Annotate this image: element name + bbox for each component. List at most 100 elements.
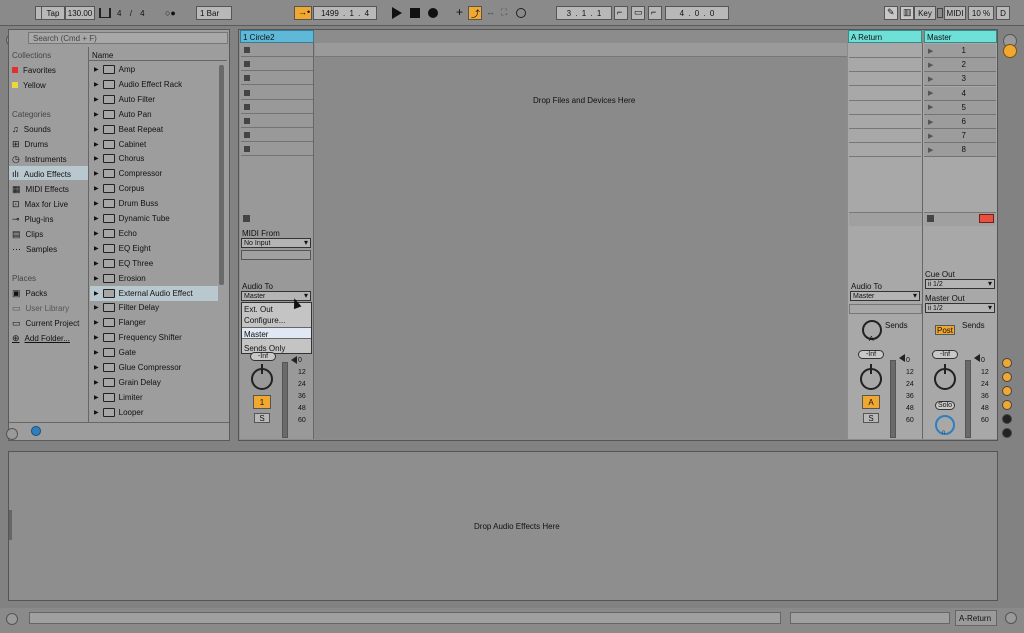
return-activator-button[interactable]: A <box>862 395 880 409</box>
category-clips[interactable]: ▤ Clips <box>12 227 43 241</box>
punch-in-icon[interactable]: ⌐ <box>614 6 628 20</box>
return-clip-slot[interactable] <box>849 72 921 87</box>
track-fader-icon[interactable] <box>291 356 297 364</box>
browser-item[interactable]: ▶ Erosion <box>90 271 218 286</box>
browser-item[interactable]: ▶ Compressor <box>90 166 218 181</box>
clip-stop-icon[interactable] <box>244 61 250 68</box>
tap-btn[interactable]: Tap <box>41 6 65 20</box>
expand-arrow-icon[interactable]: ▶ <box>94 215 99 222</box>
expand-arrow-icon[interactable]: ▶ <box>94 200 99 207</box>
expand-arrow-icon[interactable]: ▶ <box>94 230 99 237</box>
category-instruments[interactable]: ◷ Instruments <box>12 152 67 166</box>
clip-stop-icon[interactable] <box>244 118 250 124</box>
key-map-button[interactable]: Key <box>914 6 936 20</box>
browser-item[interactable]: ▶ Auto Pan <box>90 107 218 122</box>
browser-item[interactable]: ▶ Dynamic Tube <box>90 211 218 226</box>
scene-play-icon[interactable]: ▶ <box>928 47 933 55</box>
expand-arrow-icon[interactable]: ▶ <box>94 96 99 103</box>
master-out-select[interactable]: ii 1/2 <box>925 303 995 313</box>
crossfader-toggle-icon[interactable] <box>1002 414 1012 424</box>
expand-arrow-icon[interactable]: ▶ <box>94 409 99 416</box>
expand-arrow-icon[interactable]: ▶ <box>94 81 99 88</box>
expand-arrow-icon[interactable]: ▶ <box>94 126 99 133</box>
expand-arrow-icon[interactable]: ▶ <box>94 66 99 73</box>
dropdown-option-ext-out[interactable]: Ext. Out <box>244 305 273 314</box>
expand-arrow-icon[interactable]: ▶ <box>94 111 99 118</box>
category-samples[interactable]: ⋯ Samples <box>12 242 57 256</box>
info-view-toggle-icon[interactable] <box>6 613 18 625</box>
clip-slot[interactable] <box>241 44 313 57</box>
track-delay-toggle-icon[interactable] <box>1002 428 1012 438</box>
tempo-field[interactable]: 130.00 <box>65 6 95 20</box>
expand-arrow-icon[interactable]: ▶ <box>94 319 99 326</box>
browser-item[interactable]: ▶ Frequency Shifter <box>90 330 218 345</box>
expand-arrow-icon[interactable]: ▶ <box>94 304 99 311</box>
follow-toggle-icon[interactable]: ○● <box>165 8 176 18</box>
browser-item[interactable]: ▶ EQ Three <box>90 256 218 271</box>
clip-stop-icon[interactable] <box>244 146 250 153</box>
category-audio-effects[interactable]: ılı Audio Effects <box>12 167 71 181</box>
expand-arrow-icon[interactable]: ▶ <box>94 290 99 297</box>
scene-launch[interactable]: ▶ 8 <box>924 143 996 158</box>
cue-out-select[interactable]: ii 1/2 <box>925 279 995 289</box>
metronome-icon[interactable] <box>99 8 111 18</box>
scene-launch[interactable]: ▶ 4 <box>924 86 996 101</box>
clip-slot[interactable] <box>241 87 313 100</box>
scene-play-icon[interactable]: ▶ <box>928 61 933 69</box>
category-sounds[interactable]: ♫ Sounds <box>12 122 51 136</box>
clip-slot[interactable] <box>241 143 313 157</box>
scene-play-icon[interactable]: ▶ <box>928 146 933 154</box>
expand-arrow-icon[interactable]: ▶ <box>94 170 99 177</box>
midi-map-button[interactable]: MIDI <box>944 6 966 20</box>
master-volume-field[interactable]: -Inf <box>932 350 958 359</box>
return-volume-field[interactable]: -Inf <box>858 350 884 359</box>
clip-stop-icon[interactable] <box>244 75 250 82</box>
expand-arrow-icon[interactable]: ▶ <box>94 260 99 267</box>
browser-item[interactable]: ▶ Drum Buss <box>90 196 218 211</box>
category-midi-effects[interactable]: ▦ MIDI Effects <box>12 182 69 196</box>
clip-slot[interactable] <box>241 101 313 114</box>
clip-stop-icon[interactable] <box>244 89 250 96</box>
mixer-toggle-small-icon[interactable] <box>1002 400 1012 410</box>
scene-launch[interactable]: ▶ 2 <box>924 58 996 73</box>
return-clip-slot[interactable] <box>849 58 921 73</box>
mixer-toggle-icon[interactable] <box>1003 44 1017 58</box>
quantize-menu[interactable]: 1 Bar <box>196 6 232 20</box>
reenable-automation-icon[interactable]: ↔ <box>486 7 495 17</box>
clip-slot[interactable] <box>241 58 313 72</box>
clip-stop-icon[interactable] <box>244 103 250 110</box>
punch-out-icon[interactable]: ⌐ <box>648 6 662 20</box>
browser-item[interactable]: ▶ Cabinet <box>90 137 218 152</box>
midi-from-select[interactable]: No Input <box>241 238 311 248</box>
detail-collapse-handle[interactable] <box>9 510 12 540</box>
browser-item[interactable]: ▶ Audio Effect Rack <box>90 77 218 92</box>
scene-play-icon[interactable]: ▶ <box>928 132 933 140</box>
browser-item[interactable]: ▶ Corpus <box>90 181 218 196</box>
clip-slot[interactable] <box>241 72 313 86</box>
browser-item[interactable]: ▶ Echo <box>90 226 218 241</box>
loop-switch-icon[interactable]: ▭ <box>631 6 645 20</box>
clip-stop-icon[interactable] <box>244 47 250 53</box>
draw-mode-icon[interactable]: ✎ <box>884 6 898 20</box>
return-name[interactable]: A Return <box>851 33 882 42</box>
detail-view-toggle-icon[interactable] <box>1005 612 1017 624</box>
browser-collapse-icon[interactable] <box>6 428 18 440</box>
place-current-project[interactable]: ▭ Current Project <box>12 316 79 330</box>
return-clip-slot[interactable] <box>849 129 921 144</box>
capture-midi-icon[interactable]: ⛶ <box>501 7 507 18</box>
expand-arrow-icon[interactable]: ▶ <box>94 185 99 192</box>
place-user-library[interactable]: ▭ User Library <box>12 301 69 315</box>
scene-launch[interactable]: ▶ 3 <box>924 72 996 87</box>
return-solo-button[interactable]: S <box>863 413 879 423</box>
expand-arrow-icon[interactable]: ▶ <box>94 334 99 341</box>
play-icon[interactable] <box>392 7 402 19</box>
browser-item[interactable]: ▶ Flanger <box>90 315 218 330</box>
stop-all-clips-icon[interactable] <box>927 215 934 222</box>
automation-arm-icon[interactable]: ⤴ <box>468 6 482 20</box>
master-fader-icon[interactable] <box>974 354 980 362</box>
returns-toggle-icon[interactable] <box>1002 386 1012 396</box>
io-toggle-icon[interactable] <box>1002 358 1012 368</box>
category-drums[interactable]: ⊞ Drums <box>12 137 48 151</box>
track-name[interactable]: 1 Circle2 <box>243 33 275 42</box>
scene-launch[interactable]: ▶ 1 <box>924 44 996 58</box>
